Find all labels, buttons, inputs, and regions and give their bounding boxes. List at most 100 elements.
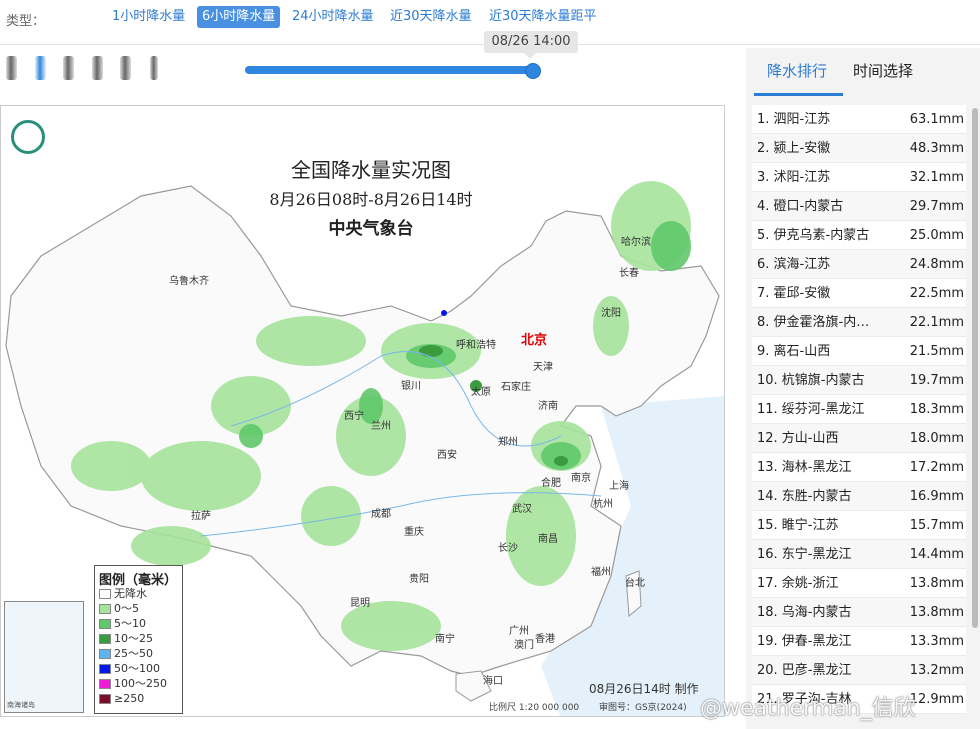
precip-value: 63.1mm [909,112,964,127]
map-legend: 图例（毫米） 无降水 0～5 5～10 10～25 25～50 50～100 1… [94,565,183,714]
precip-value: 13.8mm [909,605,964,620]
city-label: 长沙 [498,543,518,554]
precip-value: 18.3mm [909,402,964,417]
tab-1h-precip[interactable]: 1小时降水量 [107,6,190,28]
ranking-row[interactable]: 17. 余姚-浙江 13.8mm [752,569,966,598]
city-label-capital: 北京 [521,333,548,348]
city-label: 兰州 [371,421,391,432]
map-approval: 审图号：GS京(2024) [599,703,687,713]
precip-value: 25.0mm [909,228,964,243]
tab-24h-precip[interactable]: 24小时降水量 [287,6,379,28]
watermark: @weatherman_信欣 [700,696,916,721]
precip-value: 22.1mm [909,315,964,330]
legend-swatch [99,619,111,629]
ranking-row[interactable]: 12. 方山-山西 18.0mm [752,424,966,453]
city-label: 西宁 [344,411,364,422]
station-name: 17. 余姚-浙江 [757,576,839,591]
city-label: 成都 [371,509,391,520]
city-label: 香港 [535,634,555,645]
ranking-row[interactable]: 4. 磴口-内蒙古 29.7mm [752,192,966,221]
legend-item: 50～100 [99,661,160,676]
legend-swatch [99,649,111,659]
tab-time-select[interactable]: 时间选择 [853,60,913,81]
legend-item: 100～250 [99,676,167,691]
precip-value: 19.7mm [909,373,964,388]
time-slider-handle[interactable] [525,63,541,79]
city-label: 武汉 [512,504,532,515]
timeline-frame-icon[interactable] [63,56,74,80]
tab-6h-precip[interactable]: 6小时降水量 [197,6,281,28]
precip-value: 18.0mm [909,431,964,446]
type-selector-bar: 类型： 1小时降水量 6小时降水量 24小时降水量 近30天降水量 近30天降水… [0,0,980,34]
tab-precip-ranking[interactable]: 降水排行 [767,60,827,81]
tab-30d-anomaly[interactable]: 近30天降水量距平 [484,6,602,28]
map-agency: 中央气象台 [328,219,414,239]
city-label: 长春 [619,268,639,279]
time-slider-track[interactable] [245,66,532,74]
ranking-row[interactable]: 11. 绥芬河-黑龙江 18.3mm [752,395,966,424]
station-name: 16. 东宁-黑龙江 [757,547,852,562]
station-name: 3. 沭阳-江苏 [757,170,831,185]
ranking-row[interactable]: 6. 滨海-江苏 24.8mm [752,250,966,279]
city-label: 天津 [533,362,553,373]
city-label: 合肥 [541,478,561,489]
city-label: 郑州 [498,437,518,448]
timeline-frame-icon[interactable] [150,56,158,80]
city-label: 济南 [538,401,558,412]
legend-swatch [99,679,111,689]
ranking-row[interactable]: 19. 伊春-黑龙江 13.3mm [752,627,966,656]
precip-value: 13.2mm [909,663,964,678]
city-label: 海口 [483,676,503,687]
station-name: 18. 乌海-内蒙古 [757,605,852,620]
precip-value: 13.3mm [909,634,964,649]
ranking-row[interactable]: 7. 霍邱-安徽 22.5mm [752,279,966,308]
city-label: 沈阳 [601,308,621,319]
station-name: 4. 磴口-内蒙古 [757,199,844,214]
current-time-tooltip: 08/26 14:00 [484,31,578,59]
legend-item: ≥250 [99,691,144,706]
legend-item: 5～10 [99,616,146,631]
ranking-row[interactable]: 20. 巴彦-黑龙江 13.2mm [752,656,966,685]
station-name: 9. 离石-山西 [757,344,831,359]
tab-30d-precip[interactable]: 近30天降水量 [385,6,477,28]
city-label: 乌鲁木齐 [169,276,209,287]
city-label: 南京 [571,473,591,484]
city-label: 拉萨 [191,511,211,522]
ranking-row[interactable]: 13. 海林-黑龙江 17.2mm [752,453,966,482]
active-tab-indicator [754,93,843,96]
station-name: 6. 滨海-江苏 [757,257,831,272]
ranking-row[interactable]: 1. 泗阳-江苏 63.1mm [752,105,966,134]
map-subtitle: 8月26日08时-8月26日14时 [269,190,473,209]
timeline-frame-icon[interactable] [35,56,46,80]
timeline-frame-icon[interactable] [6,56,17,80]
timeline-frame-icon[interactable] [92,56,103,80]
ranking-row[interactable]: 9. 离石-山西 21.5mm [752,337,966,366]
city-label: 上海 [609,481,629,492]
type-label: 类型： [6,14,46,29]
station-name: 11. 绥芬河-黑龙江 [757,402,865,417]
legend-swatch [99,664,111,674]
ranking-list[interactable]: 1. 泗阳-江苏 63.1mm 2. 颍上-安徽 48.3mm 3. 沭阳-江苏 32.1… [752,105,966,729]
ranking-row[interactable]: 3. 沭阳-江苏 32.1mm [752,163,966,192]
south-china-sea-inset: 南海诸岛 [4,601,84,713]
ranking-row[interactable]: 15. 睢宁-江苏 15.7mm [752,511,966,540]
map-title: 全国降水量实况图 [291,158,451,182]
city-label: 台北 [625,578,645,589]
ranking-row[interactable]: 14. 东胜-内蒙古 16.9mm [752,482,966,511]
ranking-scrollbar[interactable] [972,108,978,628]
precip-value: 21.5mm [909,344,964,359]
ranking-row[interactable]: 18. 乌海-内蒙古 13.8mm [752,598,966,627]
station-name: 1. 泗阳-江苏 [757,112,831,127]
ranking-row[interactable]: 8. 伊金霍洛旗-内… 22.1mm [752,308,966,337]
ranking-row[interactable]: 10. 杭锦旗-内蒙古 19.7mm [752,366,966,395]
map-scale: 比例尺 1:20 000 000 [489,703,580,713]
ranking-row[interactable]: 2. 颍上-安徽 48.3mm [752,134,966,163]
ranking-row[interactable]: 16. 东宁-黑龙江 14.4mm [752,540,966,569]
city-label: 福州 [591,567,611,578]
ranking-row[interactable]: 5. 伊克乌素-内蒙古 25.0mm [752,221,966,250]
timeline-frame-icon[interactable] [120,56,131,80]
legend-swatch [99,589,111,599]
legend-item: 10～25 [99,631,153,646]
city-label: 南昌 [538,534,558,545]
precip-value: 24.8mm [909,257,964,272]
